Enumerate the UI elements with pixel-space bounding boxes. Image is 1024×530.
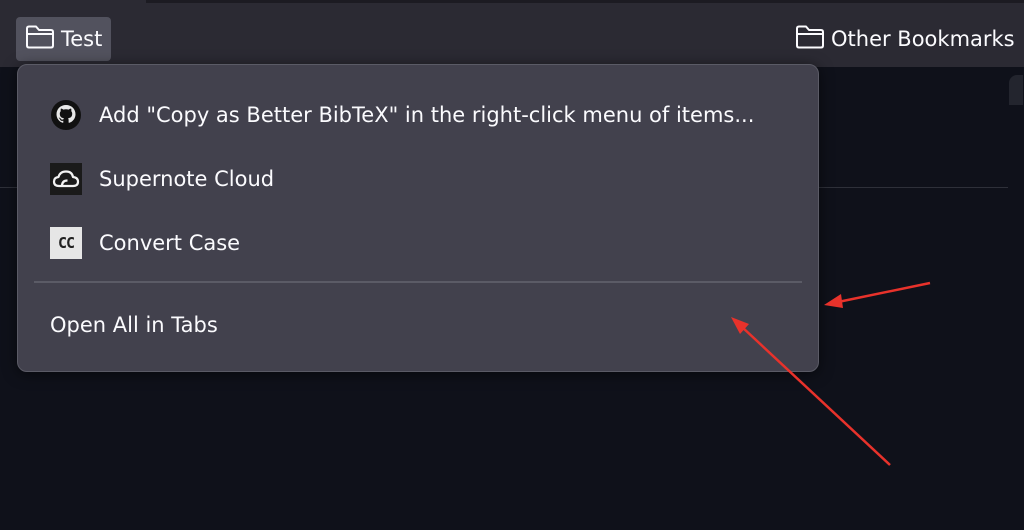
cloud-icon bbox=[50, 163, 82, 195]
menu-item-better-bibtex[interactable]: Add "Copy as Better BibTeX" in the right… bbox=[34, 89, 802, 141]
bookmark-folder-other-bookmarks[interactable]: Other Bookmarks bbox=[786, 17, 1024, 61]
bookmark-folder-label: Other Bookmarks bbox=[831, 27, 1015, 51]
browser-window: Test Other Bookmarks Add "Copy as Better… bbox=[0, 0, 1024, 530]
bookmark-folder-label: Test bbox=[61, 27, 103, 51]
menu-item-supernote-cloud[interactable]: Supernote Cloud bbox=[34, 153, 802, 205]
bookmark-folder-test[interactable]: Test bbox=[16, 17, 112, 61]
folder-icon bbox=[795, 24, 831, 55]
menu-item-label: Convert Case bbox=[99, 231, 241, 255]
bookmark-folder-menu: Add "Copy as Better BibTeX" in the right… bbox=[17, 64, 819, 372]
menu-item-label: Supernote Cloud bbox=[99, 167, 275, 191]
convert-case-icon-text: CC bbox=[50, 227, 82, 259]
folder-icon bbox=[25, 24, 61, 55]
open-all-in-tabs-item[interactable]: Open All in Tabs bbox=[34, 299, 802, 351]
annotation-arrow bbox=[824, 281, 931, 308]
page-scrollbar[interactable] bbox=[1008, 67, 1024, 530]
menu-separator bbox=[34, 281, 802, 283]
menu-item-label: Add "Copy as Better BibTeX" in the right… bbox=[99, 103, 755, 127]
menu-item-convert-case[interactable]: CC Convert Case bbox=[34, 217, 802, 269]
convert-case-icon: CC bbox=[50, 227, 82, 259]
github-icon bbox=[50, 99, 82, 131]
bookmarks-toolbar: Test Other Bookmarks bbox=[0, 3, 1024, 67]
scrollbar-thumb[interactable] bbox=[1009, 75, 1023, 105]
menu-item-label: Open All in Tabs bbox=[50, 313, 218, 337]
